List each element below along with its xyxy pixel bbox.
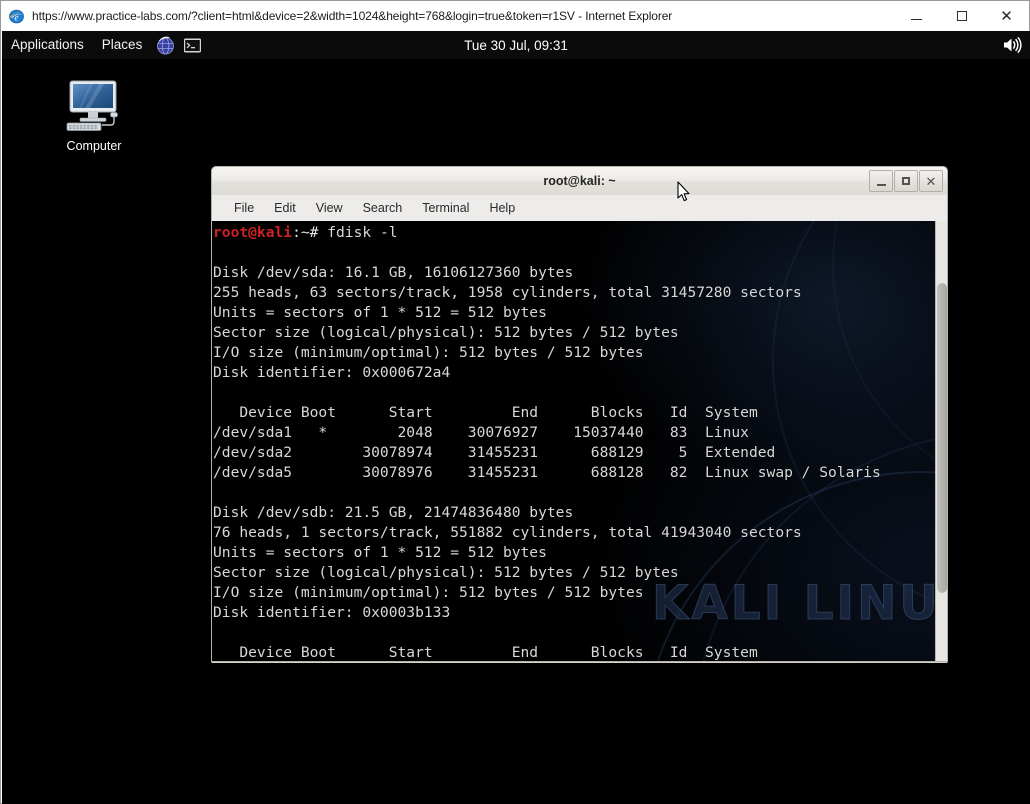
browser-close-button[interactable]: ✕	[984, 1, 1029, 31]
terminal-window-controls: ✕	[869, 170, 943, 192]
terminal-body[interactable]: KALI LINUX The quieter you become, the m…	[211, 221, 948, 662]
terminal-line: Disk identifier: 0x0003b133	[213, 603, 881, 623]
terminal-line: Units = sectors of 1 * 512 = 512 bytes	[213, 543, 881, 563]
browser-title: https://www.practice-labs.com/?client=ht…	[32, 9, 672, 23]
internet-explorer-window: e https://www.practice-labs.com/?client=…	[0, 0, 1030, 804]
terminal-line: Sector size (logical/physical): 512 byte…	[213, 323, 881, 343]
internet-explorer-icon: e	[8, 8, 25, 25]
gnome-top-panel: Applications Places	[2, 31, 1030, 59]
desktop-icon-label: Computer	[55, 139, 133, 153]
browser-minimize-button[interactable]	[894, 1, 939, 31]
terminal-menubar: File Edit View Search Terminal Help	[211, 195, 948, 221]
web-browser-icon[interactable]	[155, 35, 176, 56]
remote-desktop-viewport[interactable]: Applications Places	[2, 31, 1030, 804]
terminal-scrollbar-thumb[interactable]	[937, 283, 947, 593]
menu-terminal[interactable]: Terminal	[412, 198, 479, 218]
terminal-line	[213, 483, 881, 503]
panel-launchers	[155, 35, 203, 56]
terminal-titlebar[interactable]: root@kali: ~ ✕	[211, 166, 948, 195]
mouse-cursor	[677, 181, 691, 202]
terminal-close-button[interactable]: ✕	[919, 170, 943, 192]
menu-view[interactable]: View	[306, 198, 353, 218]
places-menu[interactable]: Places	[93, 31, 152, 59]
terminal-title: root@kali: ~	[543, 174, 615, 188]
terminal-minimize-button[interactable]	[869, 170, 893, 192]
terminal-line: /dev/sda1 * 2048 30076927 15037440 83 Li…	[213, 423, 881, 443]
terminal-scrollbar[interactable]	[935, 221, 947, 662]
terminal-prompt-path: :~#	[292, 224, 327, 241]
terminal-line: 76 heads, 1 sectors/track, 551882 cylind…	[213, 523, 881, 543]
terminal-command: fdisk -l	[327, 224, 397, 241]
terminal-maximize-button[interactable]	[894, 170, 918, 192]
terminal-line: root@kali:~# fdisk -l	[213, 223, 881, 243]
terminal-line: Disk /dev/sda: 16.1 GB, 16106127360 byte…	[213, 263, 881, 283]
menu-edit[interactable]: Edit	[264, 198, 306, 218]
terminal-line: 255 heads, 63 sectors/track, 1958 cylind…	[213, 283, 881, 303]
terminal-line: Disk /dev/sdb: 21.5 GB, 21474836480 byte…	[213, 503, 881, 523]
terminal-line	[213, 623, 881, 643]
menu-file[interactable]: File	[224, 198, 264, 218]
terminal-icon[interactable]	[182, 35, 203, 56]
svg-text:e: e	[15, 12, 19, 22]
terminal-line	[213, 243, 881, 263]
terminal-line: I/O size (minimum/optimal): 512 bytes / …	[213, 583, 881, 603]
browser-window-controls: ✕	[894, 1, 1029, 31]
terminal-line: I/O size (minimum/optimal): 512 bytes / …	[213, 343, 881, 363]
terminal-prompt-user: root@kali	[213, 224, 292, 241]
terminal-line	[213, 383, 881, 403]
terminal-line: Device Boot Start End Blocks Id System	[213, 403, 881, 423]
menu-help[interactable]: Help	[479, 198, 525, 218]
terminal-line: Units = sectors of 1 * 512 = 512 bytes	[213, 303, 881, 323]
browser-titlebar: e https://www.practice-labs.com/?client=…	[1, 1, 1029, 31]
volume-icon[interactable]	[1000, 34, 1022, 56]
terminal-line: Sector size (logical/physical): 512 byte…	[213, 563, 881, 583]
terminal-line: Disk identifier: 0x000672a4	[213, 363, 881, 383]
terminal-output: root@kali:~# fdisk -l Disk /dev/sda: 16.…	[213, 223, 881, 661]
browser-maximize-button[interactable]	[939, 1, 984, 31]
terminal-screen[interactable]: KALI LINUX The quieter you become, the m…	[212, 221, 935, 661]
terminal-line: /dev/sda2 30078974 31455231 688129 5 Ext…	[213, 443, 881, 463]
terminal-line: /dev/sda5 30078976 31455231 688128 82 Li…	[213, 463, 881, 483]
applications-menu[interactable]: Applications	[2, 31, 93, 59]
computer-icon	[55, 75, 133, 137]
terminal-window[interactable]: root@kali: ~ ✕ File Edit View Search Ter…	[211, 166, 948, 663]
terminal-line: Device Boot Start End Blocks Id System	[213, 643, 881, 661]
desktop-icon-computer[interactable]: Computer	[55, 75, 133, 153]
menu-search[interactable]: Search	[353, 198, 413, 218]
